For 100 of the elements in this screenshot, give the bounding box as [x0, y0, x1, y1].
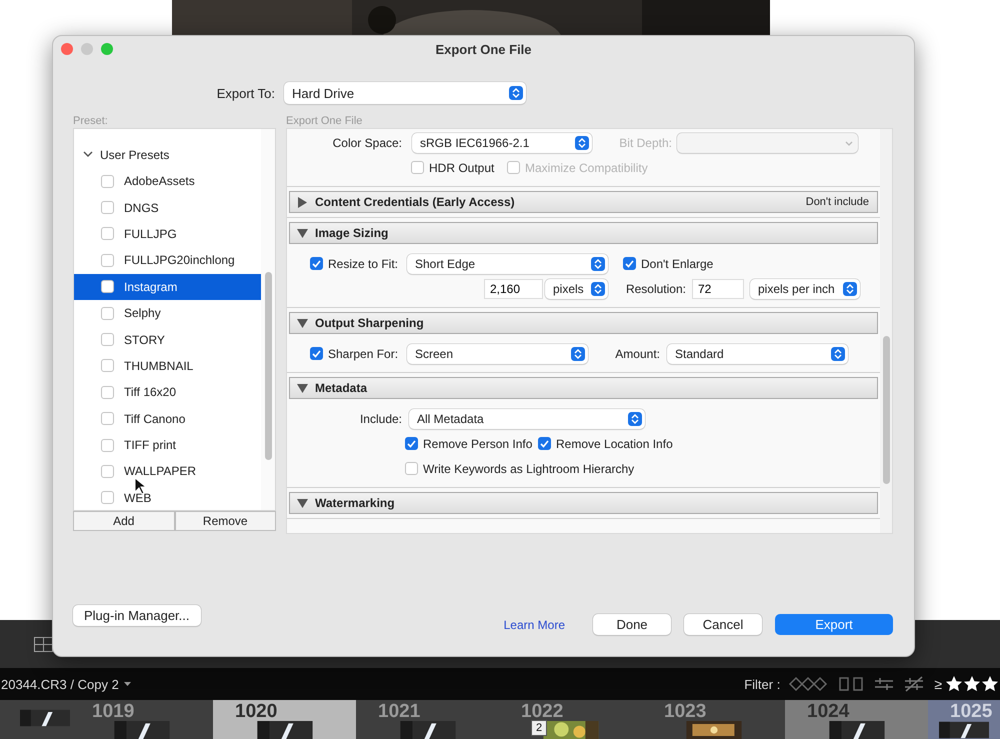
preset-item[interactable]: Selphy — [74, 300, 261, 326]
stepper-icon — [591, 282, 605, 296]
disclosure-triangle-icon — [297, 228, 308, 238]
checkbox[interactable] — [411, 161, 424, 174]
preset-label: Preset: — [73, 115, 109, 128]
checkbox-label: Remove Person Info — [423, 436, 532, 450]
section-header[interactable]: Watermarking — [289, 492, 878, 514]
field-label: Bit Depth: — [618, 136, 672, 150]
stepper-icon — [509, 86, 523, 100]
filmstrip-cell[interactable]: 1020 — [213, 700, 356, 739]
learn-more-link[interactable]: Learn More — [504, 618, 565, 632]
filter-label: Filter : — [744, 676, 780, 692]
dropdown[interactable]: All Metadata — [409, 408, 645, 428]
scrollbar-thumb[interactable] — [882, 336, 890, 484]
checkbox[interactable] — [405, 437, 418, 450]
rating-operator[interactable]: ≥ — [934, 676, 942, 692]
section-header[interactable]: Metadata — [289, 377, 878, 399]
stepper-icon — [628, 412, 642, 426]
checkbox[interactable] — [101, 412, 114, 426]
checkbox[interactable] — [101, 464, 114, 478]
scrollbar-thumb[interactable] — [264, 272, 272, 460]
preset-group[interactable]: User Presets — [74, 142, 261, 168]
checkbox[interactable] — [538, 437, 551, 450]
preset-item[interactable]: WEB — [74, 484, 261, 512]
close-button[interactable] — [61, 43, 73, 55]
field-label: Resolution: — [624, 282, 686, 296]
zoom-button[interactable] — [101, 43, 113, 55]
frame-number: 1022 — [521, 703, 564, 721]
checkbox[interactable] — [101, 280, 114, 294]
dropdown[interactable]: Short Edge — [407, 254, 608, 274]
sliders-icon[interactable] — [874, 676, 894, 692]
preset-item[interactable]: Tiff 16x20 — [74, 379, 261, 406]
preset-item[interactable]: Tiff Canono — [74, 406, 261, 432]
preset-item[interactable]: WALLPAPER — [74, 458, 261, 485]
dropdown[interactable]: sRGB IEC61966-2.1 — [412, 132, 592, 152]
preset-item[interactable]: TIFF print — [74, 432, 261, 458]
checkbox[interactable] — [101, 254, 114, 267]
section-header[interactable]: Image Sizing — [289, 222, 878, 244]
dropdown[interactable]: Standard — [667, 344, 848, 364]
preset-item[interactable]: FULLJPG20inchlong — [74, 247, 261, 274]
checkbox[interactable] — [101, 201, 114, 214]
dropdown[interactable]: pixels — [545, 278, 608, 298]
checkbox[interactable] — [310, 347, 323, 360]
disclosure-triangle-icon — [297, 382, 308, 394]
section-header[interactable]: Content Credentials (Early Access) Don't include — [289, 191, 878, 213]
window-title: Export One File — [435, 42, 532, 57]
checkbox[interactable] — [405, 462, 418, 475]
input-field[interactable]: 72 — [692, 278, 744, 298]
checkbox[interactable] — [623, 257, 636, 270]
checkbox[interactable] — [101, 227, 114, 240]
checkbox-label: HDR Output — [429, 160, 494, 174]
stepper-icon — [831, 346, 845, 360]
field-label: Color Space: — [332, 136, 402, 150]
minimize-button[interactable] — [81, 43, 93, 55]
frame-number: 1021 — [378, 703, 420, 721]
export-to-dropdown[interactable]: Hard Drive — [284, 82, 526, 104]
sliders-off-icon[interactable] — [904, 676, 924, 692]
preset-item[interactable]: FULLJPG — [74, 220, 261, 248]
photo-filename: 20344.CR3 / Copy 2 — [1, 676, 119, 692]
checkbox[interactable] — [310, 257, 323, 270]
star-icon[interactable] — [964, 676, 980, 692]
checkbox-label: Maximize Compatibility — [525, 160, 648, 174]
checkbox[interactable] — [101, 386, 114, 399]
frame-number: 1023 — [664, 703, 706, 721]
flag-filter-icon[interactable] — [788, 676, 828, 692]
virtual-copy-filter-icon[interactable] — [838, 676, 864, 692]
input-field[interactable]: 2,160 — [484, 278, 543, 298]
dialog-button[interactable]: Cancel — [684, 614, 762, 635]
star-icon[interactable] — [982, 676, 998, 692]
checkbox[interactable] — [101, 306, 114, 320]
preset-item[interactable]: DNGS — [74, 194, 261, 221]
checkbox[interactable] — [101, 333, 114, 346]
primary-button[interactable]: Export — [775, 614, 893, 635]
checkbox[interactable] — [101, 438, 114, 452]
preset-item[interactable]: THUMBNAIL — [74, 352, 261, 380]
preset-button[interactable]: Add — [73, 511, 174, 531]
preset-item[interactable]: Instagram — [74, 274, 261, 300]
dialog-button[interactable]: Done — [593, 614, 671, 635]
star-icon[interactable] — [946, 676, 962, 692]
checkbox-label: Write Keywords as Lightroom Hierarchy — [423, 462, 634, 476]
preset-item[interactable]: AdobeAssets — [74, 168, 261, 194]
checkbox[interactable] — [101, 174, 114, 188]
field-label: Include: — [358, 412, 402, 426]
disclosure-triangle-icon — [297, 498, 308, 508]
plugin-manager-button[interactable]: Plug-in Manager... — [73, 605, 201, 626]
dropdown[interactable]: Screen — [407, 344, 588, 364]
section-header[interactable]: Output Sharpening — [289, 312, 878, 334]
checkbox-label: Resize to Fit: — [328, 256, 398, 270]
preset-item[interactable]: STORY — [74, 326, 261, 353]
grid-view-icon[interactable] — [34, 636, 53, 652]
frame-number: 1025 — [950, 703, 992, 721]
field-label: Amount: — [614, 346, 660, 360]
checkbox[interactable] — [101, 491, 114, 504]
caret-icon[interactable] — [124, 682, 131, 686]
stepper-icon — [843, 282, 857, 296]
preset-button[interactable]: Remove — [174, 511, 276, 531]
checkbox-label: Sharpen For: — [328, 346, 398, 360]
dropdown[interactable]: pixels per inch — [750, 278, 860, 298]
frame-number: 1019 — [92, 703, 134, 721]
checkbox[interactable] — [101, 359, 114, 372]
